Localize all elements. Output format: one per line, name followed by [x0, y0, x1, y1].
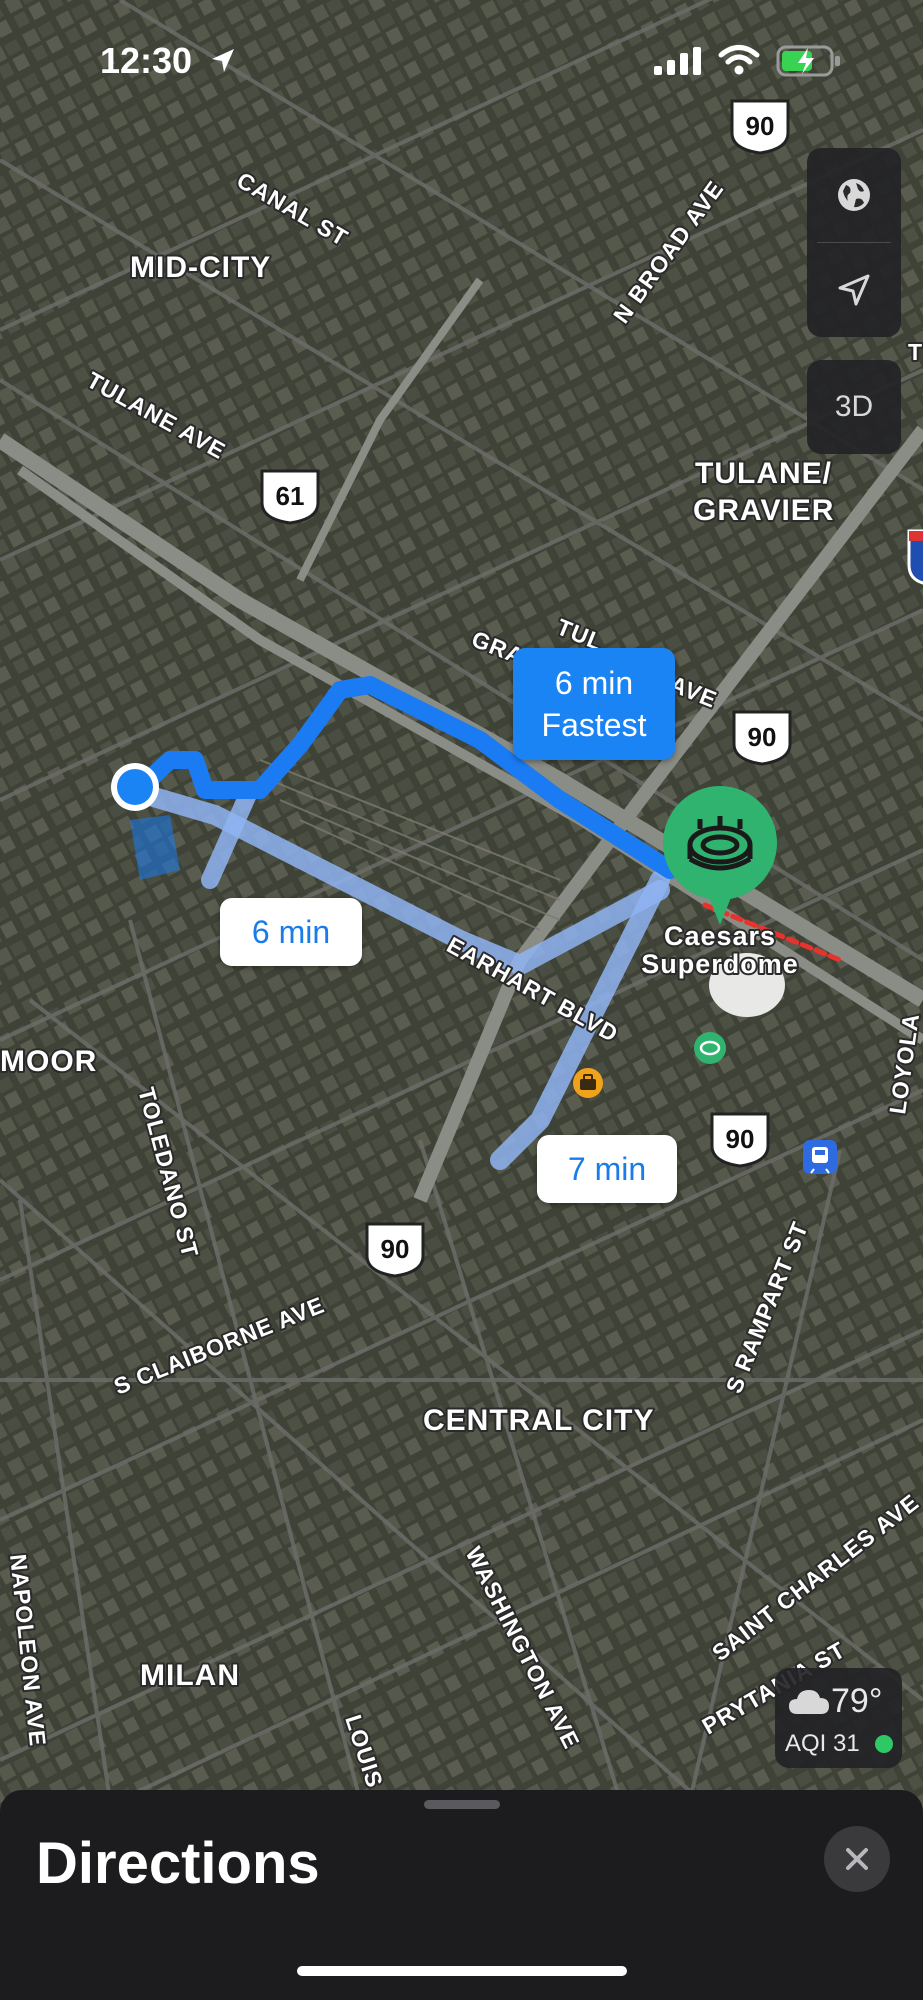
- aqi-status-dot: [875, 1735, 893, 1753]
- aqi-value: AQI 31: [785, 1730, 860, 1757]
- home-indicator[interactable]: [297, 1966, 627, 1976]
- globe-button[interactable]: [807, 148, 901, 242]
- 3d-label: 3D: [834, 390, 874, 423]
- neighborhood-tulane-gravier-1: TULANE/: [695, 457, 832, 490]
- neighborhood-mid-city: MID-CITY: [130, 251, 271, 284]
- close-icon: [846, 1848, 868, 1870]
- sheet-title: Directions: [36, 1831, 320, 1896]
- interstate-shield-edge: [907, 529, 923, 585]
- map-controls-group: [807, 148, 901, 337]
- neighborhood-milan: MILAN: [140, 1659, 240, 1692]
- temperature: 79°: [831, 1682, 883, 1720]
- globe-icon: [838, 179, 870, 211]
- neighborhood-tulane-gravier-2: GRAVIER: [693, 494, 834, 527]
- destination-name-line1: Caesars: [664, 921, 776, 951]
- svg-text:90: 90: [726, 1124, 755, 1154]
- route-time: 6 min: [251, 913, 331, 950]
- us90-shield-lower: 90: [710, 1112, 770, 1168]
- route-time: 6 min: [554, 665, 634, 701]
- svg-text:90: 90: [381, 1234, 410, 1264]
- sheet-grabber[interactable]: [424, 1800, 500, 1809]
- briefcase-poi-icon[interactable]: [573, 1068, 603, 1098]
- us90-shield-mid: 90: [732, 710, 792, 766]
- tracking-button[interactable]: [807, 243, 901, 337]
- battery-charging-icon: [776, 45, 840, 77]
- location-services-icon: [212, 49, 234, 72]
- svg-text:90: 90: [748, 722, 777, 752]
- weather-widget[interactable]: 79° AQI 31: [775, 1668, 902, 1768]
- cellular-signal-icon: [654, 47, 701, 75]
- destination-name-line2: Superdome: [641, 949, 799, 979]
- route-bubble-fastest[interactable]: 6 min Fastest: [513, 648, 675, 760]
- train-station-icon[interactable]: [803, 1140, 837, 1174]
- status-time: 12:30: [100, 40, 193, 81]
- cloud-icon: [789, 1690, 829, 1714]
- route-tag: Fastest: [541, 707, 647, 743]
- close-button[interactable]: [824, 1826, 890, 1892]
- stadium-poi-icon[interactable]: [694, 1032, 726, 1064]
- street-edge-t: T: [908, 339, 923, 365]
- route-bubble-alt-2[interactable]: 7 min: [537, 1135, 677, 1203]
- location-arrow-icon: [838, 274, 870, 306]
- us61-shield: 61: [260, 469, 320, 525]
- wifi-icon: [718, 45, 760, 75]
- neighborhood-moor: MOOR: [0, 1045, 97, 1078]
- neighborhood-central-city: CENTRAL CITY: [423, 1404, 654, 1437]
- route-bubble-alt-1[interactable]: 6 min: [220, 898, 362, 966]
- us90-shield-bottom: 90: [365, 1222, 425, 1278]
- 3d-toggle-button[interactable]: 3D: [807, 360, 901, 454]
- user-location-dot[interactable]: [111, 763, 159, 811]
- svg-text:61: 61: [276, 481, 305, 511]
- route-time: 7 min: [567, 1150, 647, 1187]
- status-bar: 12:30: [0, 0, 923, 120]
